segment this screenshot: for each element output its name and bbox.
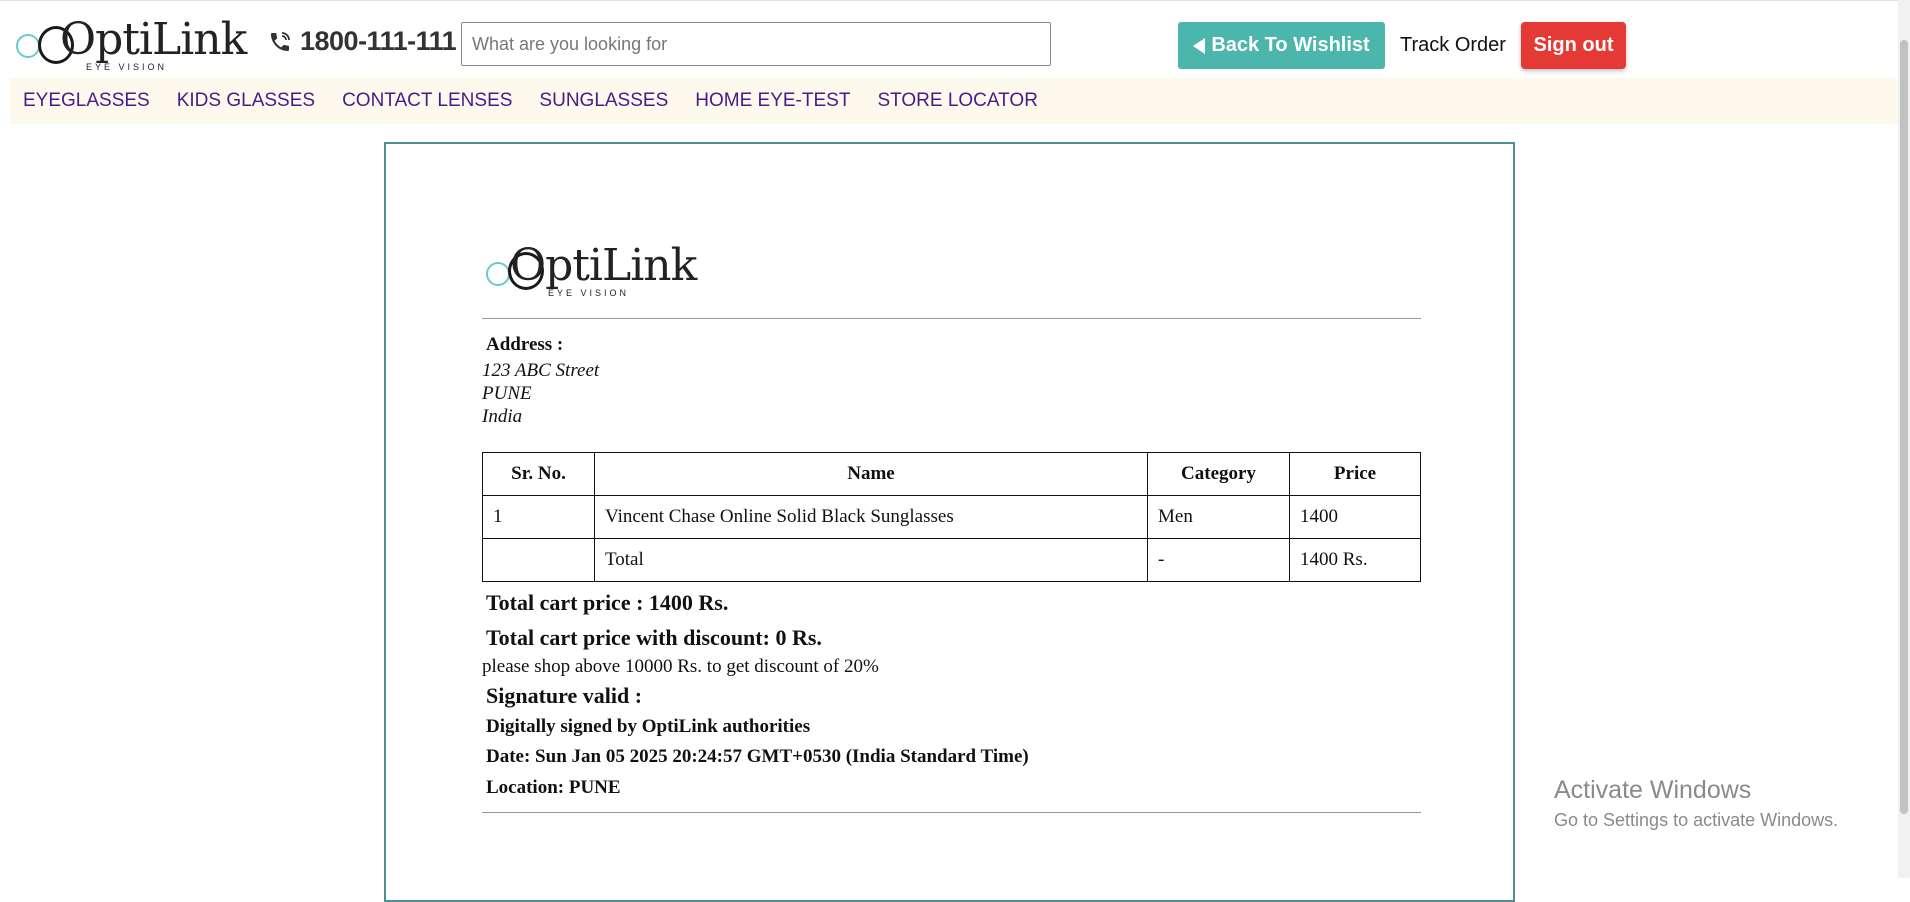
back-to-wishlist-button[interactable]: Back To Wishlist xyxy=(1178,22,1385,69)
column-header: Price xyxy=(1289,452,1421,496)
divider xyxy=(482,318,1421,319)
address-line: 123 ABC Street xyxy=(482,360,600,381)
site-header: OptiLink EYE VISION 1800-111-111 Back To… xyxy=(0,0,1910,76)
phone-number: 1800-111-111 xyxy=(300,26,457,56)
table-row: 1 Vincent Chase Online Solid Black Sungl… xyxy=(482,495,1421,539)
total-cart-price: Total cart price : 1400 Rs. xyxy=(486,590,729,615)
table-cell: 1400 xyxy=(1289,495,1421,539)
nav-item-kids-glasses[interactable]: KIDS GLASSES xyxy=(177,90,315,112)
table-cell: - xyxy=(1147,538,1290,582)
main-nav: EYEGLASSES KIDS GLASSES CONTACT LENSES S… xyxy=(10,78,1900,124)
track-order-link[interactable]: Track Order xyxy=(1400,34,1506,57)
column-header: Sr. No. xyxy=(482,452,595,496)
table-cell: Total xyxy=(594,538,1148,582)
table-row: Total - 1400 Rs. xyxy=(482,538,1421,582)
table-cell: 1400 Rs. xyxy=(1289,538,1421,582)
logo-subtitle: EYE VISION xyxy=(86,62,168,72)
column-header: Name xyxy=(594,452,1148,496)
items-table: Sr. No. Name Category Price 1 Vincent Ch… xyxy=(482,452,1421,582)
activate-windows-subtitle: Go to Settings to activate Windows. xyxy=(1554,810,1839,830)
nav-item-contact-lenses[interactable]: CONTACT LENSES xyxy=(342,90,512,112)
invoice-logo: OptiLink EYE VISION xyxy=(486,244,697,306)
address-line: India xyxy=(482,406,523,427)
signature-date: Date: Sun Jan 05 2025 20:24:57 GMT+0530 … xyxy=(486,746,1029,767)
table-cell xyxy=(482,538,595,582)
table-cell: Men xyxy=(1147,495,1290,539)
phone-icon xyxy=(271,31,290,51)
discount-note: please shop above 10000 Rs. to get disco… xyxy=(482,656,879,677)
invoice-document: OptiLink EYE VISION Address : 123 ABC St… xyxy=(384,142,1515,902)
search-input[interactable] xyxy=(461,22,1051,66)
nav-item-eyeglasses[interactable]: EYEGLASSES xyxy=(23,90,150,112)
signed-by: Digitally signed by OptiLink authorities xyxy=(486,716,811,737)
signature-label: Signature valid : xyxy=(486,683,643,708)
address-line: PUNE xyxy=(482,383,532,404)
invoice-logo-text: OptiLink xyxy=(510,240,697,291)
column-header: Category xyxy=(1147,452,1290,496)
logo-text: OptiLink xyxy=(60,14,247,65)
nav-item-store-locator[interactable]: STORE LOCATOR xyxy=(877,90,1037,112)
signature-location: Location: PUNE xyxy=(486,777,621,798)
table-cell: Vincent Chase Online Solid Black Sunglas… xyxy=(594,495,1148,539)
logo-ring-icon xyxy=(16,34,40,58)
address-label: Address : xyxy=(486,334,564,355)
divider xyxy=(482,812,1421,813)
phone-contact: 1800-111-111 xyxy=(268,26,457,57)
activate-windows-title: Activate Windows xyxy=(1554,776,1752,804)
triangle-left-icon xyxy=(1193,37,1206,54)
back-to-wishlist-label: Back To Wishlist xyxy=(1211,34,1370,56)
invoice-logo-subtitle: EYE VISION xyxy=(548,288,630,298)
nav-item-sunglasses[interactable]: SUNGLASSES xyxy=(539,90,668,112)
site-logo[interactable]: OptiLink EYE VISION xyxy=(16,18,247,74)
table-cell: 1 xyxy=(482,495,595,539)
sign-out-button[interactable]: Sign out xyxy=(1521,22,1626,69)
scrollbar-thumb[interactable] xyxy=(1900,40,1908,814)
total-cart-price-discount: Total cart price with discount: 0 Rs. xyxy=(486,625,822,650)
nav-item-home-eye-test[interactable]: HOME EYE-TEST xyxy=(695,90,850,112)
table-header-row: Sr. No. Name Category Price xyxy=(482,452,1421,496)
logo-ring-icon xyxy=(486,262,510,286)
